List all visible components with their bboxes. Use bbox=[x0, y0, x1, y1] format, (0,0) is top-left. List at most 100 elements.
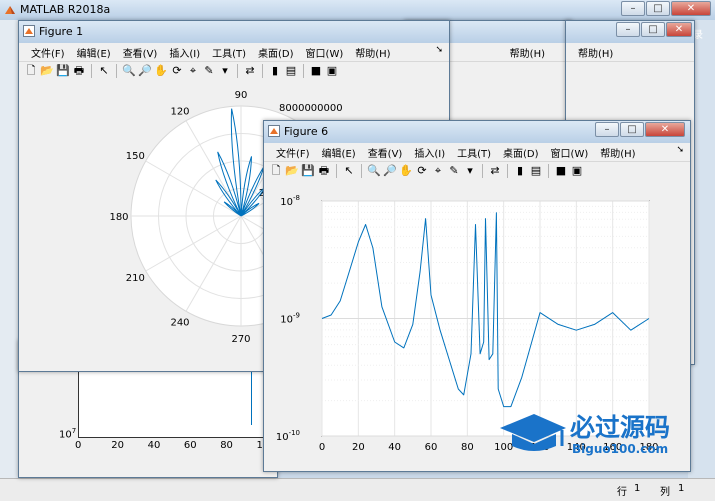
zoom-in-icon[interactable]: 🔍 bbox=[367, 164, 381, 178]
zoom-in-icon[interactable]: 🔍 bbox=[122, 64, 136, 78]
minimize-icon[interactable]: – bbox=[595, 122, 619, 137]
link-plot-icon[interactable]: ⇄ bbox=[243, 64, 257, 78]
x-tick-label: 40 bbox=[388, 442, 401, 453]
polar-radius-max-label: 8000000000 bbox=[279, 103, 343, 114]
polar-angle-label: 270 bbox=[231, 334, 250, 345]
maximize-icon[interactable]: □ bbox=[620, 122, 644, 137]
figure1-menu-item[interactable]: 工具(T) bbox=[206, 45, 252, 60]
figure6-menu-item[interactable]: 工具(T) bbox=[451, 145, 497, 160]
figure6-menubar: 文件(F) 编辑(E) 查看(V) 插入(I) 工具(T) 桌面(D) 窗口(W) 帮助(H) bbox=[264, 143, 690, 161]
toolbar-separator bbox=[336, 164, 337, 178]
figure6-menu-item[interactable]: 桌面(D) bbox=[497, 145, 545, 160]
hide-tools-icon[interactable]: ■ bbox=[309, 64, 323, 78]
figure6-menu-arrow-icon[interactable]: ➘ bbox=[676, 145, 684, 155]
matlab-statusbar: 行 1 列 1 bbox=[0, 478, 715, 501]
figure1-menu-item[interactable]: 窗口(W) bbox=[300, 45, 350, 60]
polar-angle-label: 90 bbox=[235, 90, 248, 101]
figure6-title: Figure 6 bbox=[284, 125, 329, 138]
figure6-menu-item[interactable]: 窗口(W) bbox=[545, 145, 595, 160]
toolbar-separator bbox=[91, 64, 92, 78]
legend-icon[interactable]: ▤ bbox=[284, 64, 298, 78]
show-tools-icon[interactable]: ▣ bbox=[325, 64, 339, 78]
colorbar-icon[interactable]: ▮ bbox=[513, 164, 527, 178]
figure1-menu-item[interactable]: 桌面(D) bbox=[252, 45, 300, 60]
figure1-menu-item[interactable]: 查看(V) bbox=[117, 45, 164, 60]
pointer-icon[interactable]: ↖ bbox=[97, 64, 111, 78]
close-icon[interactable]: ✕ bbox=[671, 1, 711, 16]
y-tick-label: 10-10 bbox=[276, 429, 300, 443]
brush-icon[interactable]: ✎ bbox=[447, 164, 461, 178]
bg-plot-x-tick-label: 60 bbox=[183, 440, 197, 451]
toolbar-separator bbox=[237, 64, 238, 78]
x-tick-label: 0 bbox=[319, 442, 325, 453]
bg-figure-a-menu-help[interactable]: 帮助(H) bbox=[504, 45, 551, 60]
figure-icon bbox=[268, 125, 280, 137]
print-icon[interactable]: 🖶 bbox=[317, 164, 331, 178]
polar-angle-label: 180 bbox=[109, 212, 128, 223]
matlab-logo-icon bbox=[4, 4, 16, 16]
figure6-menu-item[interactable]: 文件(F) bbox=[270, 145, 316, 160]
brush-icon[interactable]: ✎ bbox=[202, 64, 216, 78]
colorbar-icon[interactable]: ▮ bbox=[268, 64, 282, 78]
save-icon[interactable]: 💾 bbox=[301, 164, 315, 178]
figure6-menu-item[interactable]: 编辑(E) bbox=[316, 145, 362, 160]
new-file-icon[interactable]: 🗋 bbox=[269, 164, 283, 178]
figure1-menu-arrow-icon[interactable]: ➘ bbox=[435, 45, 443, 55]
save-icon[interactable]: 💾 bbox=[56, 64, 70, 78]
data-cursor-icon[interactable]: ⌖ bbox=[431, 164, 445, 178]
figure1-menubar: 文件(F) 编辑(E) 查看(V) 插入(I) 工具(T) 桌面(D) 窗口(W) 帮助(H) bbox=[19, 43, 449, 61]
bg-plot-spike bbox=[251, 370, 252, 425]
close-icon[interactable]: ✕ bbox=[666, 22, 692, 37]
pan-hand-icon[interactable]: ✋ bbox=[399, 164, 413, 178]
polar-angle-label: 240 bbox=[170, 318, 189, 329]
bg-plot-x-tick-label: 20 bbox=[111, 440, 125, 451]
watermark-brand: 必过源码 bbox=[570, 413, 671, 442]
figure1-toolbar: 🗋 📂 💾 🖶 ↖ 🔍 🔎 ✋ ⟳ ⌖ ✎ ▾ ⇄ ▮ ▤ ■ ▣ bbox=[19, 61, 449, 81]
open-folder-icon[interactable]: 📂 bbox=[40, 64, 54, 78]
dropdown-arrow-icon[interactable]: ▾ bbox=[463, 164, 477, 178]
rotate-3d-icon[interactable]: ⟳ bbox=[170, 64, 184, 78]
figure1-menu-item[interactable]: 编辑(E) bbox=[71, 45, 117, 60]
rotate-3d-icon[interactable]: ⟳ bbox=[415, 164, 429, 178]
maximize-icon[interactable]: □ bbox=[646, 1, 670, 16]
figure6-menu-item[interactable]: 帮助(H) bbox=[594, 145, 641, 160]
bg-figure-b-menu-help[interactable]: 帮助(H) bbox=[572, 45, 619, 60]
matlab-title: MATLAB R2018a bbox=[20, 3, 111, 16]
figure6-menu-item[interactable]: 查看(V) bbox=[362, 145, 409, 160]
toolbar-separator bbox=[482, 164, 483, 178]
maximize-icon[interactable]: □ bbox=[641, 22, 665, 37]
hide-tools-icon[interactable]: ■ bbox=[554, 164, 568, 178]
new-file-icon[interactable]: 🗋 bbox=[24, 64, 38, 78]
open-folder-icon[interactable]: 📂 bbox=[285, 164, 299, 178]
pointer-icon[interactable]: ↖ bbox=[342, 164, 356, 178]
figure1-menu-item[interactable]: 帮助(H) bbox=[349, 45, 396, 60]
legend-icon[interactable]: ▤ bbox=[529, 164, 543, 178]
minimize-icon[interactable]: – bbox=[616, 22, 640, 37]
y-tick-label: 10-8 bbox=[280, 194, 300, 208]
status-col-value: 1 bbox=[678, 483, 685, 494]
matlab-left-strip bbox=[0, 20, 18, 480]
toolbar-separator bbox=[548, 164, 549, 178]
figure1-menu-item[interactable]: 文件(F) bbox=[25, 45, 71, 60]
print-icon[interactable]: 🖶 bbox=[72, 64, 86, 78]
status-row-label: 行 bbox=[617, 487, 627, 498]
figure6-titlebar: Figure 6 – □ ✕ bbox=[264, 121, 690, 143]
zoom-out-icon[interactable]: 🔎 bbox=[383, 164, 397, 178]
matlab-caption-buttons: – □ ✕ bbox=[621, 1, 711, 18]
close-icon[interactable]: ✕ bbox=[645, 122, 685, 137]
figure6-menu-item[interactable]: 插入(I) bbox=[408, 145, 451, 160]
figure1-menu-item[interactable]: 插入(I) bbox=[163, 45, 206, 60]
zoom-out-icon[interactable]: 🔎 bbox=[138, 64, 152, 78]
bg-plot-x-tick-label: 80 bbox=[220, 440, 233, 451]
data-cursor-icon[interactable]: ⌖ bbox=[186, 64, 200, 78]
y-tick-label: 10-9 bbox=[280, 312, 300, 326]
status-row-value: 1 bbox=[634, 483, 641, 494]
dropdown-arrow-icon[interactable]: ▾ bbox=[218, 64, 232, 78]
pan-hand-icon[interactable]: ✋ bbox=[154, 64, 168, 78]
bg-figure-b-toolbar bbox=[566, 61, 694, 81]
minimize-icon[interactable]: – bbox=[621, 1, 645, 16]
toolbar-separator bbox=[116, 64, 117, 78]
link-plot-icon[interactable]: ⇄ bbox=[488, 164, 502, 178]
show-tools-icon[interactable]: ▣ bbox=[570, 164, 584, 178]
watermark-url: Biguo100.com bbox=[572, 442, 669, 456]
